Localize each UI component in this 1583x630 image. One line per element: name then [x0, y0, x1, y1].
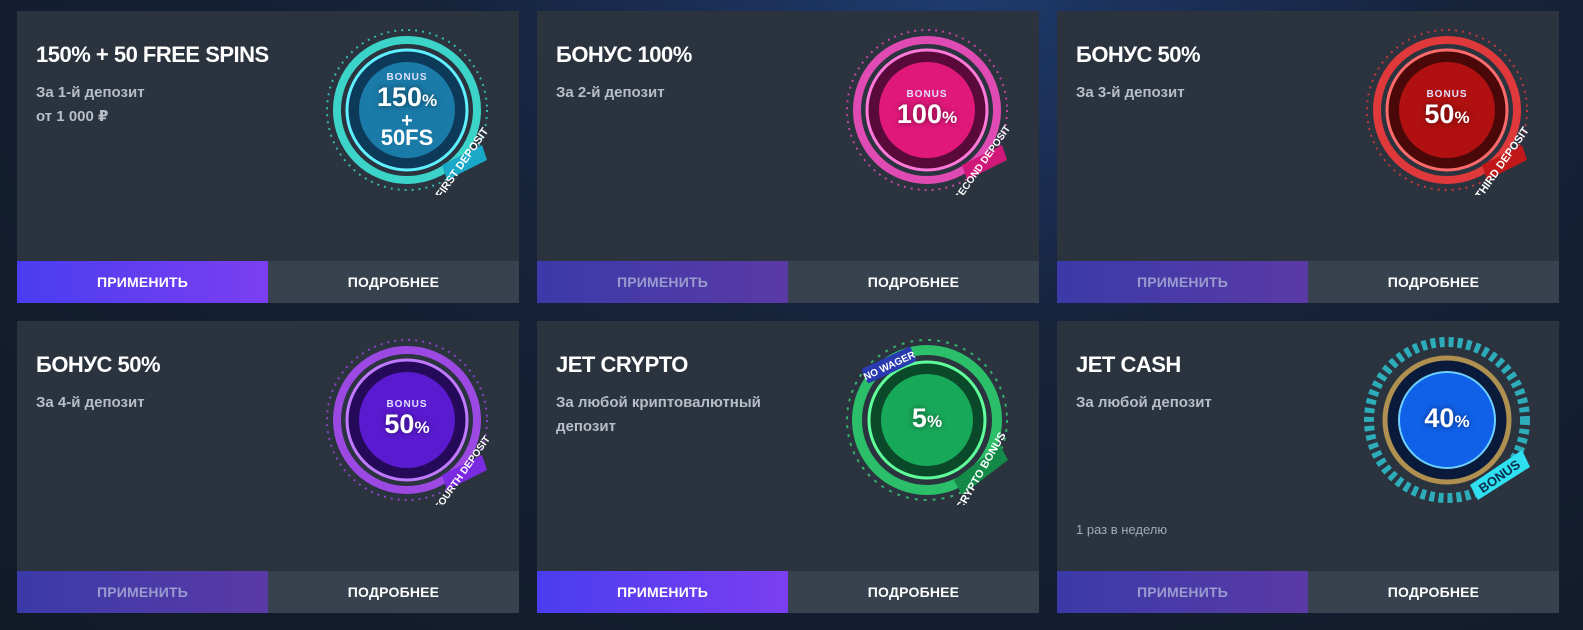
card-title: БОНУС 100%: [556, 42, 692, 67]
card-buttons: ПРИМЕНИТЬ ПОДРОБНЕЕ: [537, 261, 1039, 303]
badge-ring-icon: FIRST DEPOSIT: [326, 29, 491, 195]
card-buttons: ПРИМЕНИТЬ ПОДРОБНЕЕ: [1057, 571, 1559, 613]
apply-button[interactable]: ПРИМЕНИТЬ: [1057, 571, 1308, 613]
badge-ring-icon: SECOND DEPOSIT: [846, 29, 1012, 195]
bonus-badge-second-deposit: SECOND DEPOSIT BONUS 100%: [842, 25, 1012, 195]
card-buttons: ПРИМЕНИТЬ ПОДРОБНЕЕ: [1057, 261, 1559, 303]
details-button[interactable]: ПОДРОБНЕЕ: [1308, 261, 1559, 303]
card-note: 1 раз в неделю: [1076, 522, 1168, 537]
card-title: JET CASH: [1076, 352, 1181, 377]
bonus-badge-third-deposit: THIRD DEPOSIT BONUS 50%: [1362, 25, 1532, 195]
apply-button[interactable]: ПРИМЕНИТЬ: [17, 261, 268, 303]
card-description: За 3-й депозит: [1076, 84, 1185, 101]
details-button[interactable]: ПОДРОБНЕЕ: [788, 571, 1039, 613]
bonus-card-5: JET CRYPTO За любой криптовалютный депоз…: [537, 321, 1039, 613]
card-title: БОНУС 50%: [36, 352, 161, 377]
bonus-badge-first-deposit: FIRST DEPOSIT BONUS 150% + 50FS: [322, 25, 492, 195]
bonus-card-6: JET CASH За любой депозит 1 раз в неделю…: [1057, 321, 1559, 613]
badge-ring-icon: THIRD DEPOSIT: [1366, 29, 1532, 195]
bonus-card-3: БОНУС 50% За 3-й депозит THIRD DEPOSIT B…: [1057, 11, 1559, 303]
card-description: За 1-й депозит от 1 000 ₽: [36, 81, 296, 129]
bonus-badge-fourth-deposit: FOURTH DEPOSIT BONUS 50%: [322, 335, 492, 505]
details-button[interactable]: ПОДРОБНЕЕ: [788, 261, 1039, 303]
bonus-card-1: 150% + 50 FREE SPINS За 1-й депозит от 1…: [17, 11, 519, 303]
badge-ring-icon: BONUS: [1364, 337, 1530, 503]
card-title: БОНУС 50%: [1076, 42, 1201, 67]
card-description: За 2-й депозит: [556, 84, 665, 101]
apply-button[interactable]: ПРИМЕНИТЬ: [17, 571, 268, 613]
card-desc-line-2: от 1 000 ₽: [36, 108, 109, 125]
card-description: За любой криптовалютный депозит: [556, 394, 761, 435]
bonus-badge-jet-cash: BONUS 40%: [1362, 335, 1532, 505]
details-button[interactable]: ПОДРОБНЕЕ: [1308, 571, 1559, 613]
bonus-grid: 150% + 50 FREE SPINS За 1-й депозит от 1…: [17, 11, 1559, 613]
card-title: 150% + 50 FREE SPINS: [36, 42, 269, 67]
card-title: JET CRYPTO: [556, 352, 688, 377]
details-button[interactable]: ПОДРОБНЕЕ: [268, 261, 519, 303]
bonus-badge-crypto: NO WAGER CRYPTO BONUS 5%: [842, 335, 1012, 505]
details-button[interactable]: ПОДРОБНЕЕ: [268, 571, 519, 613]
card-desc-line-1: За 1-й депозит: [36, 84, 145, 101]
card-description: За любой депозит: [1076, 394, 1212, 411]
apply-button[interactable]: ПРИМЕНИТЬ: [537, 571, 788, 613]
card-buttons: ПРИМЕНИТЬ ПОДРОБНЕЕ: [17, 571, 519, 613]
badge-ring-icon: FOURTH DEPOSIT: [326, 339, 492, 505]
apply-button[interactable]: ПРИМЕНИТЬ: [1057, 261, 1308, 303]
card-buttons: ПРИМЕНИТЬ ПОДРОБНЕЕ: [537, 571, 1039, 613]
badge-ring-icon: NO WAGER CRYPTO BONUS: [846, 339, 1009, 505]
card-description: За 4-й депозит: [36, 394, 145, 411]
bonus-card-2: БОНУС 100% За 2-й депозит SECOND DEPOSIT…: [537, 11, 1039, 303]
apply-button[interactable]: ПРИМЕНИТЬ: [537, 261, 788, 303]
bonus-card-4: БОНУС 50% За 4-й депозит FOURTH DEPOSIT …: [17, 321, 519, 613]
card-buttons: ПРИМЕНИТЬ ПОДРОБНЕЕ: [17, 261, 519, 303]
